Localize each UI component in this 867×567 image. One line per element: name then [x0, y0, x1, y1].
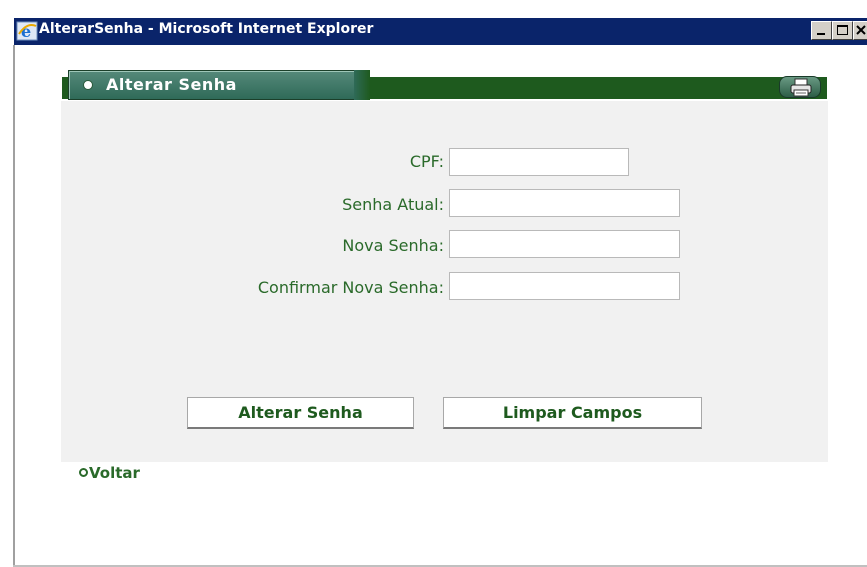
window-frame-left — [13, 45, 15, 567]
nova-senha-input[interactable] — [449, 230, 680, 258]
maximize-button[interactable] — [832, 21, 853, 40]
circle-arrow-icon — [79, 468, 88, 477]
limpar-campos-button[interactable]: Limpar Campos — [443, 397, 702, 429]
window-title: AlterarSenha - Microsoft Internet Explor… — [39, 21, 374, 37]
confirmar-nova-senha-label: Confirmar Nova Senha: — [257, 278, 444, 297]
confirmar-nova-senha-input[interactable] — [449, 272, 680, 300]
panel-tab-edge — [354, 70, 370, 100]
ie-icon: e — [16, 21, 38, 41]
voltar-label: Voltar — [89, 464, 140, 482]
senha-atual-input[interactable] — [449, 189, 680, 217]
minimize-icon — [817, 33, 825, 35]
close-icon — [856, 25, 866, 35]
maximize-icon — [837, 25, 848, 35]
panel-title: Alterar Senha — [106, 75, 237, 94]
minimize-button[interactable] — [811, 21, 832, 40]
printer-icon — [790, 78, 812, 97]
voltar-link[interactable]: Voltar — [79, 464, 140, 482]
close-button[interactable] — [853, 21, 867, 40]
senha-atual-label: Senha Atual: — [342, 195, 444, 214]
alterar-senha-button[interactable]: Alterar Senha — [187, 397, 414, 429]
cpf-label: CPF: — [409, 152, 444, 171]
cpf-input[interactable] — [449, 148, 629, 176]
bullet-icon — [83, 80, 93, 90]
nova-senha-label: Nova Senha: — [342, 236, 444, 255]
print-button[interactable] — [779, 76, 821, 98]
